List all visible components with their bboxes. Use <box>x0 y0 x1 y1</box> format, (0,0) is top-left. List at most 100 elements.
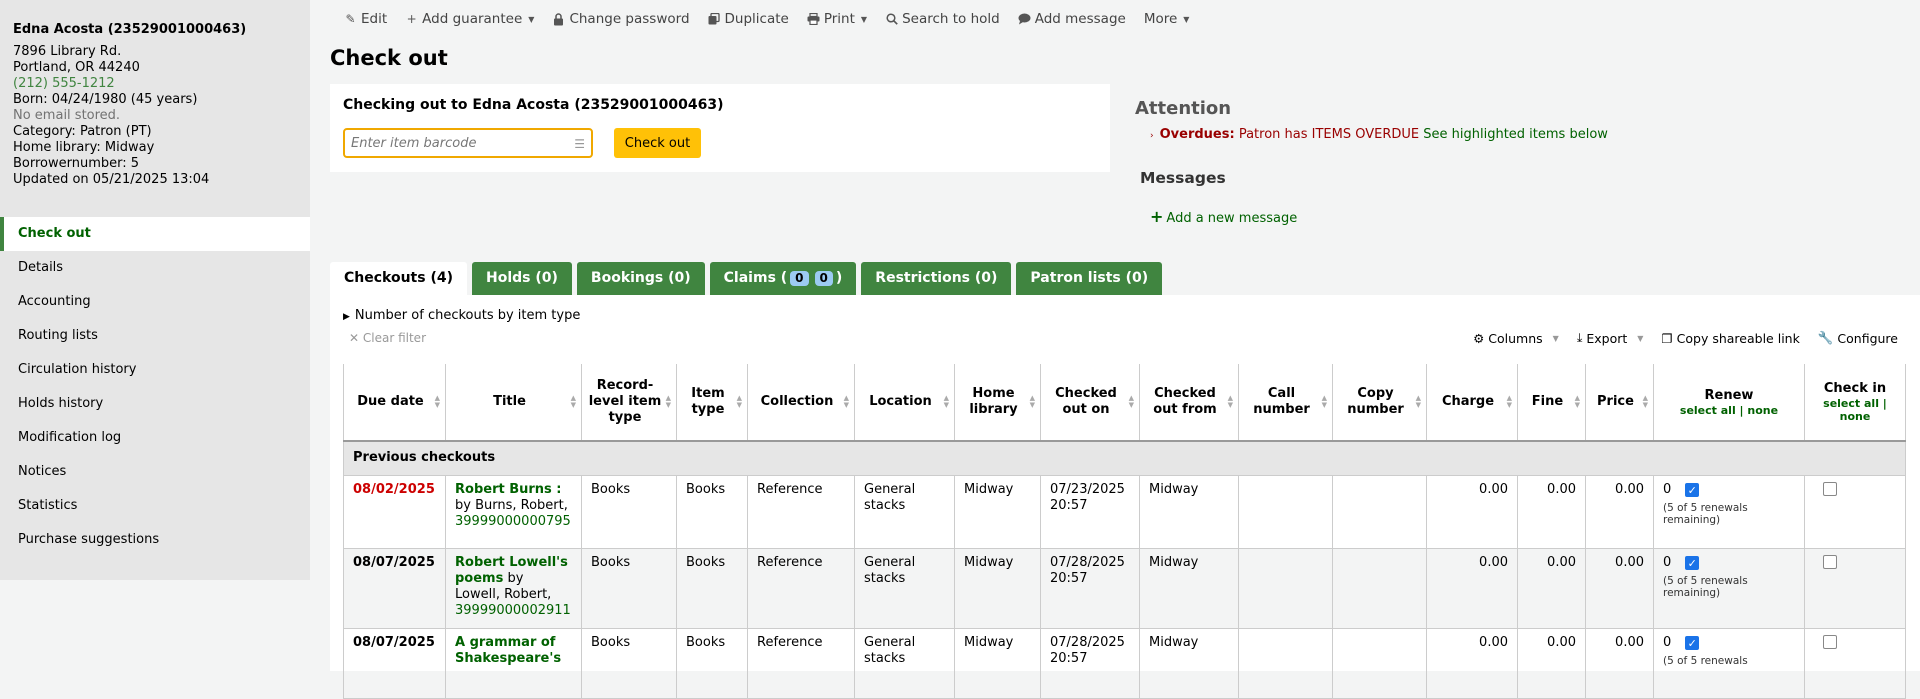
col-header-title[interactable]: Title ▲ ▼ <box>445 364 582 442</box>
col-header-collection[interactable]: Collection ▲ ▼ <box>747 364 855 442</box>
record-type-cell: Books <box>581 627 677 699</box>
col-header-checked-out-on[interactable]: Checked out on ▲ ▼ <box>1040 364 1140 442</box>
sort-icon: ▲ ▼ <box>843 394 849 409</box>
col-header-checked-out-from[interactable]: Checked out from ▲ ▼ <box>1139 364 1239 442</box>
checkin-checkbox[interactable] <box>1823 634 1837 649</box>
title-cell: Robert Burns : by Burns, Robert, 399990000… <box>445 474 582 549</box>
col-header-record-level-item-type[interactable]: Record-level item type ▲ ▼ <box>581 364 677 442</box>
title-cell: Robert Lowell's poems by Lowell, Robert,… <box>445 547 582 629</box>
sliders-icon[interactable]: ☰ <box>574 137 585 151</box>
col-header-label: Checked out from <box>1153 386 1217 417</box>
checkin-cell <box>1804 627 1906 699</box>
sidebar-item-check-out[interactable]: Check out <box>0 217 310 251</box>
checkout-form: Checking out to Edna Acosta (23529001000… <box>330 84 1110 172</box>
tab-patron-lists[interactable]: Patron lists (0) <box>1016 262 1163 295</box>
col-header-label: Fine <box>1531 394 1564 409</box>
checkouts-by-type-toggle[interactable]: ▶ Number of checkouts by item type <box>343 308 580 323</box>
tab-bookings[interactable]: Bookings (0) <box>576 262 705 295</box>
sidebar-item-notices[interactable]: Notices <box>0 455 310 489</box>
sidebar-item-routing-lists[interactable]: Routing lists <box>0 319 310 353</box>
search-to-hold-button[interactable]: Search to hold <box>885 9 1000 29</box>
col-header-due-date[interactable]: Due date ▲ ▼ <box>343 364 446 442</box>
renewals-remaining: (5 of 5 renewals remaining) <box>1663 501 1748 526</box>
add-new-message-link[interactable]: + Add a new message <box>1150 207 1297 226</box>
tab-restrictions[interactable]: Restrictions (0) <box>861 262 1012 295</box>
sort-icon: ▲ ▼ <box>1642 394 1648 409</box>
sidebar-item-circulation-history[interactable]: Circulation history <box>0 353 310 387</box>
add-message-button[interactable]: Add message <box>1018 9 1126 29</box>
col-header-location[interactable]: Location ▲ ▼ <box>854 364 955 442</box>
sidebar-item-details[interactable]: Details <box>0 251 310 285</box>
col-header-copy-number[interactable]: Copy number ▲ ▼ <box>1332 364 1427 442</box>
sidebar-item-holds-history[interactable]: Holds history <box>0 387 310 421</box>
call-number-cell <box>1238 474 1333 549</box>
col-header-home-library[interactable]: Home library ▲ ▼ <box>954 364 1041 442</box>
col-header-label: Record-level item type <box>588 378 662 425</box>
renew-checkbox[interactable]: ✓ <box>1685 555 1700 570</box>
export-button[interactable]: ⤓ Export ▼ <box>1577 330 1644 346</box>
col-header-fine[interactable]: Fine ▲ ▼ <box>1517 364 1586 442</box>
sort-icon: ▲ ▼ <box>736 394 742 409</box>
group-label: Previous checkouts <box>343 440 1906 476</box>
collection-cell: Reference <box>747 547 855 629</box>
home-library-cell: Midway <box>954 547 1041 629</box>
see-highlighted-link[interactable]: See highlighted items below <box>1423 127 1608 142</box>
check-out-button[interactable]: Check out <box>614 128 701 158</box>
col-header-charge[interactable]: Charge ▲ ▼ <box>1426 364 1518 442</box>
item-barcode-link[interactable]: 39999000002911 <box>455 603 571 618</box>
col-header-check-in: Check in select all | none <box>1804 364 1906 442</box>
plus-icon: + <box>406 11 417 26</box>
columns-button[interactable]: ⚙ Columns ▼ <box>1473 330 1559 346</box>
checkin-checkbox[interactable] <box>1823 554 1837 569</box>
tab-checkouts[interactable]: Checkouts (4) <box>330 262 467 295</box>
checkout-heading: Checking out to Edna Acosta (23529001000… <box>343 97 724 113</box>
fine-cell: 0.00 <box>1517 627 1586 699</box>
checkin-checkbox[interactable] <box>1823 481 1837 496</box>
col-header-price[interactable]: Price ▲ ▼ <box>1585 364 1654 442</box>
clear-filter-button[interactable]: ✕ Clear filter <box>349 331 426 345</box>
barcode-input[interactable] <box>345 130 555 156</box>
print-button[interactable]: Print ▼ <box>807 9 867 29</box>
sort-icon: ▲ ▼ <box>1506 394 1512 409</box>
patron-menu: Check out Details Accounting Routing lis… <box>0 217 310 557</box>
col-header-item-type[interactable]: Item type ▲ ▼ <box>676 364 748 442</box>
caret-down-icon: ▼ <box>1637 333 1644 343</box>
location-cell: General stacks <box>854 547 955 629</box>
title-link[interactable]: A grammar of Shakespeare's <box>455 635 561 666</box>
patron-toolbar: ✎ Edit + Add guarantee ▼ Change password… <box>344 9 1189 29</box>
duplicate-button[interactable]: Duplicate <box>708 9 789 29</box>
sort-icon: ▲ ▼ <box>570 394 576 409</box>
edit-button[interactable]: ✎ Edit <box>344 9 387 29</box>
due-date-cell: 08/07/2025 <box>343 627 446 699</box>
item-barcode-link[interactable]: 39999000000795 <box>455 514 571 529</box>
tab-claims[interactable]: Claims (0 0) <box>709 262 857 295</box>
patron-address-line1: 7896 Library Rd. <box>13 44 122 59</box>
sidebar-item-accounting[interactable]: Accounting <box>0 285 310 319</box>
table-row: 08/07/2025 A grammar of Shakespeare's Bo… <box>343 627 1906 699</box>
sidebar-item-modification-log[interactable]: Modification log <box>0 421 310 455</box>
renew-select-all-none-links[interactable]: select all | none <box>1660 404 1798 417</box>
patron-phone-link[interactable]: (212) 555-1212 <box>13 76 310 92</box>
overdues-notice: › Overdues: Patron has ITEMS OVERDUE See … <box>1150 127 1608 142</box>
configure-button[interactable]: 🔧 Configure <box>1818 330 1898 346</box>
more-button[interactable]: More ▼ <box>1144 9 1190 29</box>
sidebar-item-statistics[interactable]: Statistics <box>0 489 310 523</box>
overdues-label: Overdues: <box>1159 127 1235 142</box>
tab-holds[interactable]: Holds (0) <box>472 262 572 295</box>
checked-out-from-cell: Midway <box>1139 627 1239 699</box>
checkin-select-all-none-links[interactable]: select all | none <box>1811 397 1899 423</box>
copy-shareable-link-button[interactable]: ❐ Copy shareable link <box>1661 330 1799 346</box>
download-icon: ⤓ <box>1576 330 1583 345</box>
col-header-call-number[interactable]: Call number ▲ ▼ <box>1238 364 1333 442</box>
title-cell: A grammar of Shakespeare's <box>445 627 582 699</box>
sort-icon: ▲ ▼ <box>1029 394 1035 409</box>
renew-checkbox[interactable]: ✓ <box>1685 482 1700 497</box>
renew-cell: 0 ✓ (5 of 5 renewals <box>1653 627 1805 699</box>
sidebar-item-purchase-suggestions[interactable]: Purchase suggestions <box>0 523 310 557</box>
patron-name: Edna Acosta (23529001000463) <box>13 22 247 37</box>
col-header-label: Item type <box>691 386 725 417</box>
title-link[interactable]: Robert Burns : <box>455 482 562 497</box>
change-password-button[interactable]: Change password <box>552 9 690 29</box>
renew-checkbox[interactable]: ✓ <box>1685 635 1700 650</box>
add-guarantee-button[interactable]: + Add guarantee ▼ <box>405 9 535 29</box>
